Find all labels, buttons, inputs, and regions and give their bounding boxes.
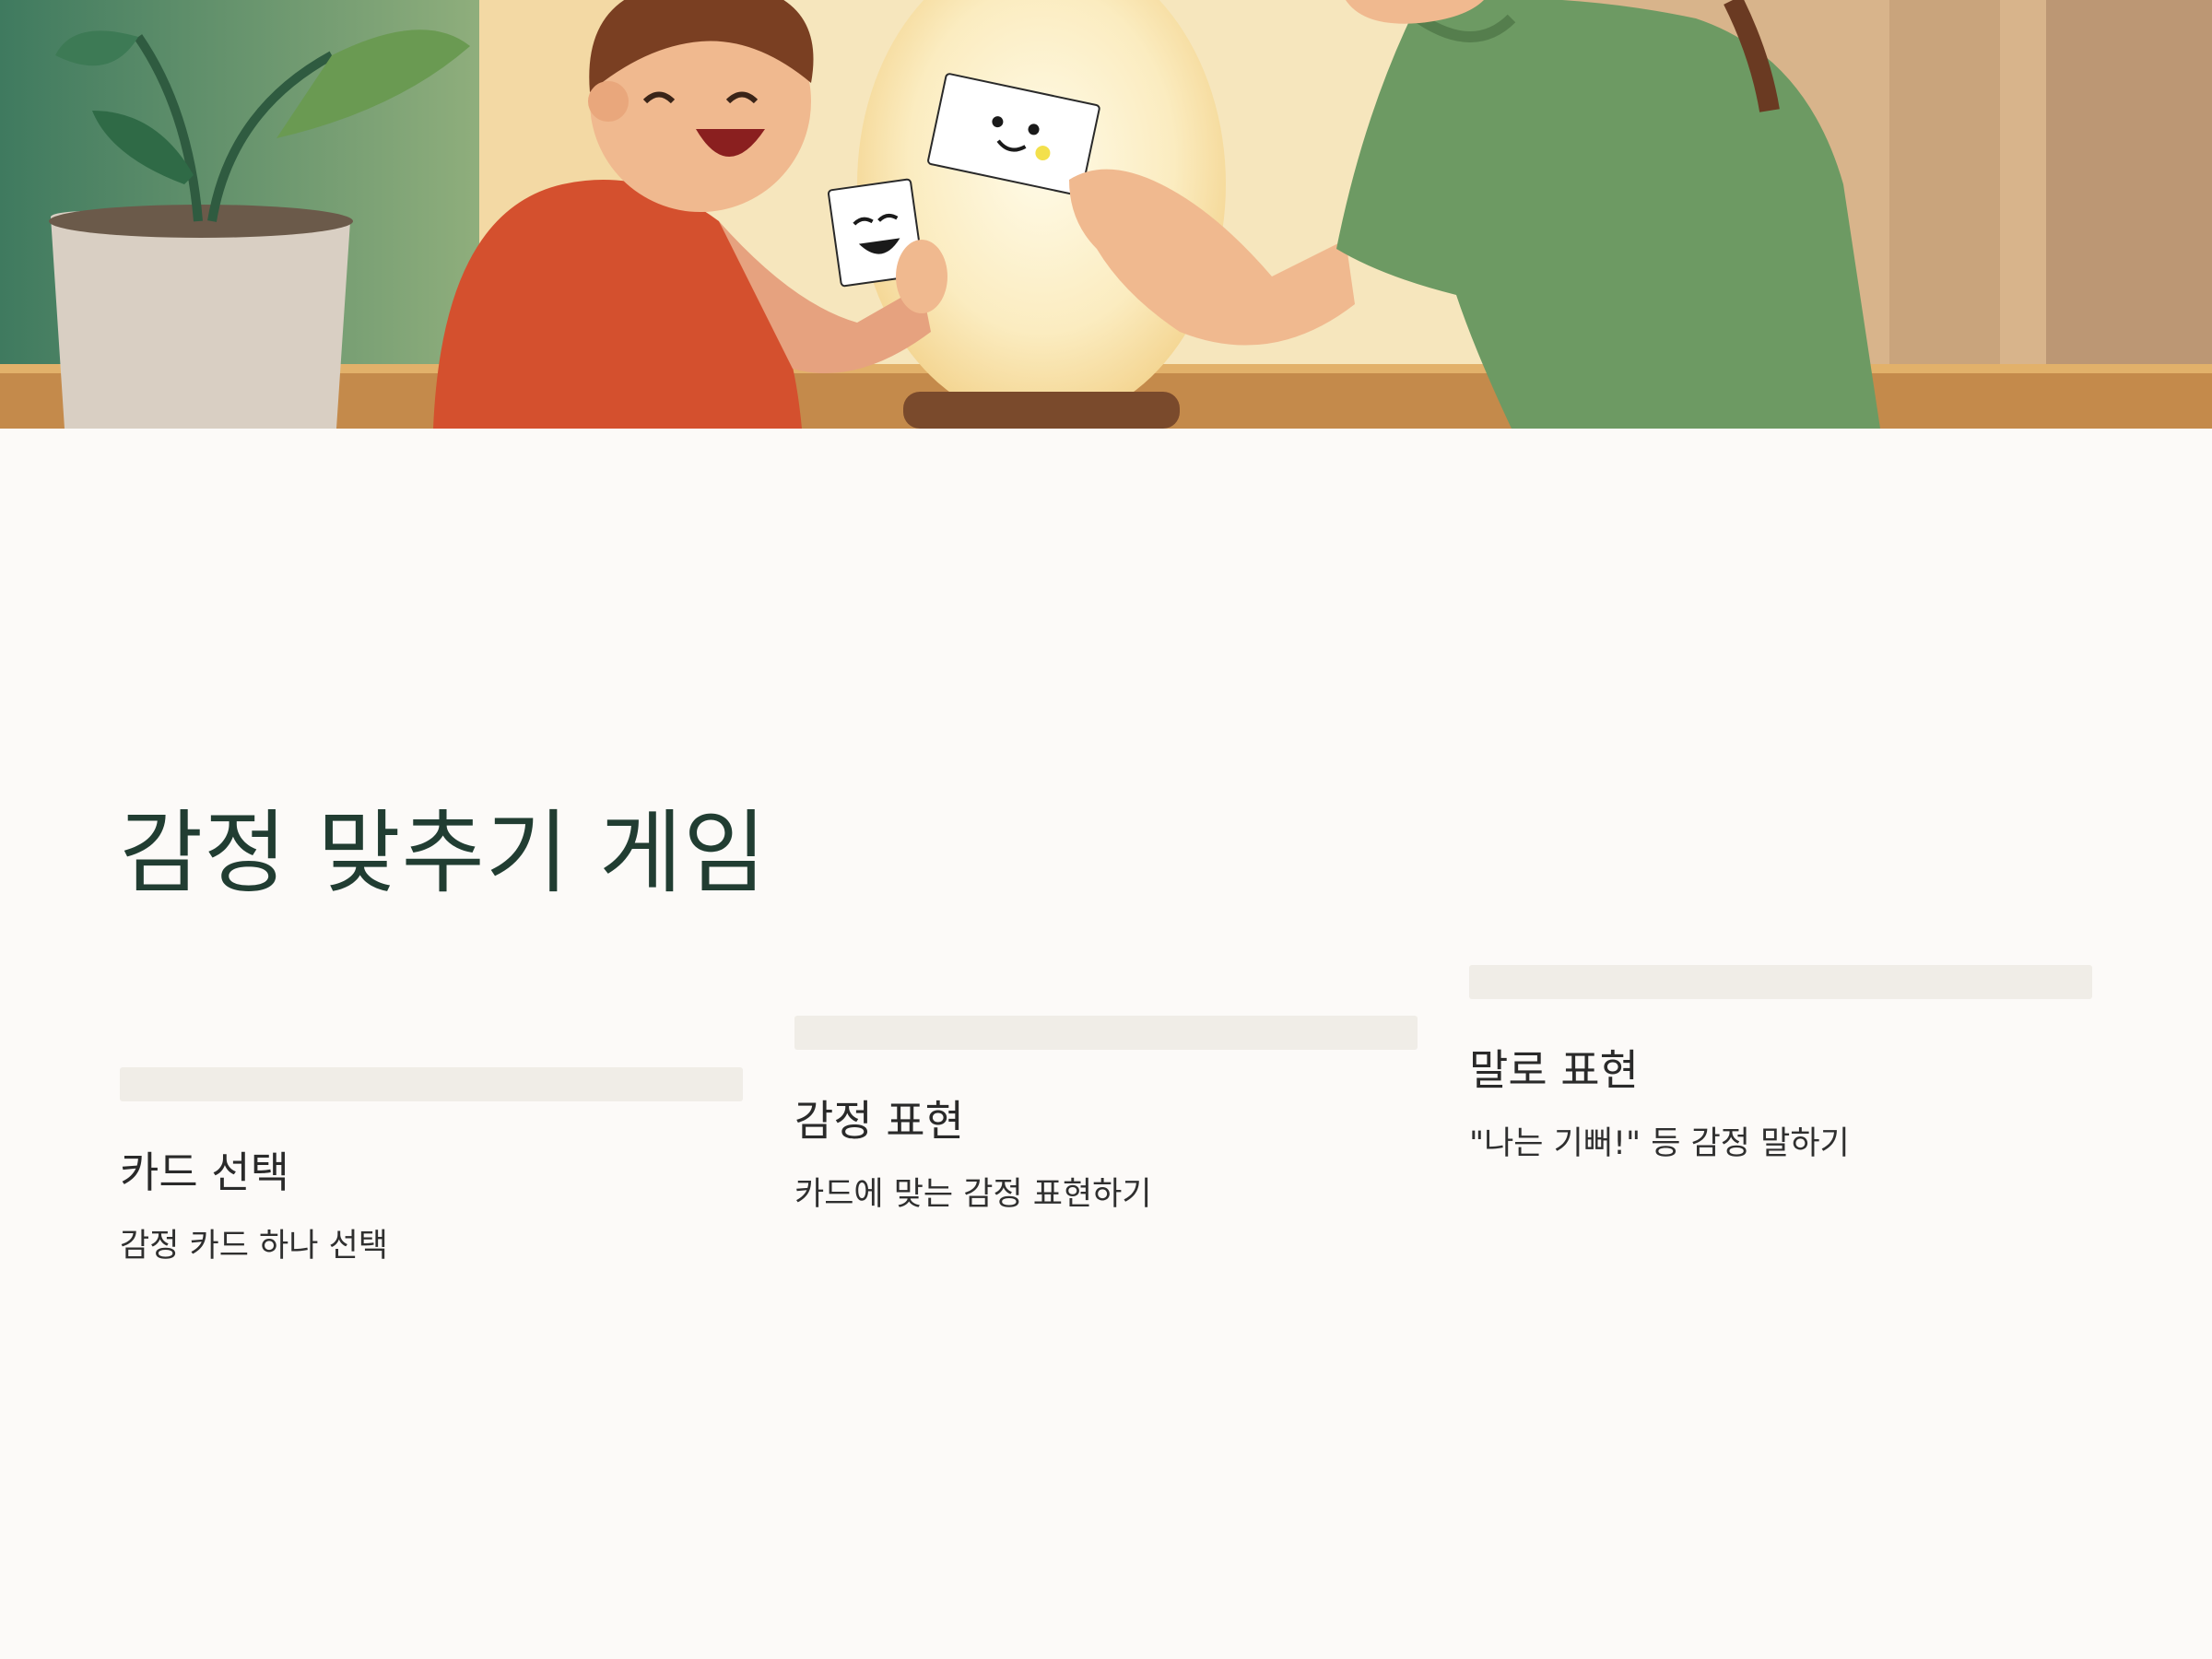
hero-illustration xyxy=(0,0,2212,429)
step-title: 카드 선택 xyxy=(120,1147,289,1197)
page-title: 감정 맞추기 게임 xyxy=(120,801,768,906)
hero-illustration-svg xyxy=(0,0,2212,429)
step-description: 감정 카드 하나 선택 xyxy=(120,1228,388,1265)
step-bar xyxy=(794,1016,1418,1050)
step-bar xyxy=(120,1067,743,1101)
step-emotion-express: 감정 표현 카드에 맞는 감정 표현하기 xyxy=(794,1016,1418,1217)
step-description: 카드에 맞는 감정 표현하기 xyxy=(794,1176,1152,1214)
step-title: 감정 표현 xyxy=(794,1096,964,1146)
step-card-select: 카드 선택 감정 카드 하나 선택 xyxy=(120,1067,743,1268)
step-title: 말로 표현 xyxy=(1469,1045,1639,1095)
step-description: "나는 기뻐!" 등 감정 말하기 xyxy=(1469,1125,1850,1163)
step-bar xyxy=(1469,965,2092,999)
step-verbal-express: 말로 표현 "나는 기뻐!" 등 감정 말하기 xyxy=(1469,965,2092,1166)
